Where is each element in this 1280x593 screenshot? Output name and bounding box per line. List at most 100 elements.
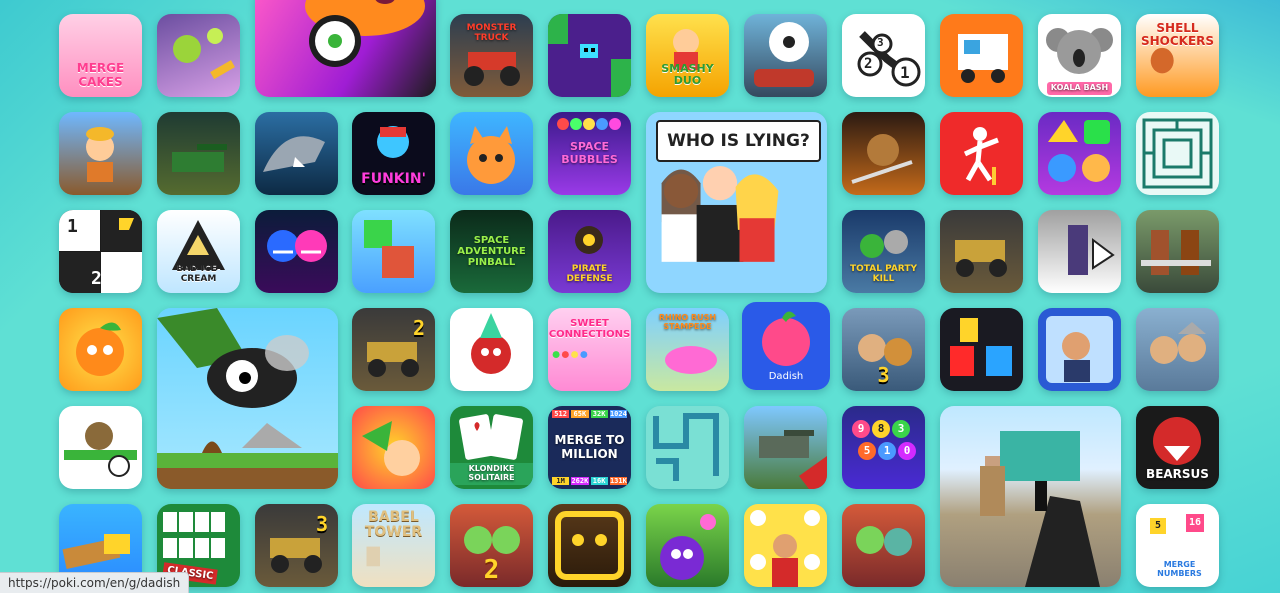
game-tile-maze[interactable] [1136, 112, 1219, 195]
knight-icon [1068, 225, 1115, 275]
num-cell: 131K [609, 477, 627, 485]
orange-icon [76, 322, 124, 376]
game-tile-rhino-stampede[interactable]: Rhino Rush Stampede [646, 308, 729, 391]
game-tile-viking-3[interactable]: 3 [842, 308, 925, 391]
game-title: Space Adventure Pinball [457, 235, 526, 268]
game-tile-pipe-puzzle[interactable] [646, 406, 729, 489]
game-tile-space-pinball[interactable]: Space Adventure Pinball [450, 210, 533, 293]
game-tile-number-grid[interactable]: 1 3 2 [59, 210, 142, 293]
game-tile-who-is-lying[interactable]: WHO IS LYING? [646, 112, 827, 293]
van-icon [958, 34, 1008, 83]
game-tile-hammer-tap[interactable] [59, 406, 142, 489]
number-cell: 16 [1186, 514, 1204, 532]
candies-icon [552, 351, 588, 359]
game-tile-merge-numbers[interactable]: 5 16 Merge Numbers [1136, 504, 1219, 587]
game-tile-merge-cakes[interactable]: Merge Cakes [59, 14, 142, 97]
game-title: Funkin' [361, 170, 426, 187]
game-tile-cat[interactable] [450, 112, 533, 195]
game-tile-slime[interactable] [157, 14, 240, 97]
game-title: Merge Cakes [76, 61, 125, 89]
game-tile-pixel-knights[interactable] [1038, 210, 1121, 293]
game-tile-car-soccer[interactable] [744, 14, 827, 97]
miner-icon [86, 127, 114, 182]
game-tile-space-bubbles[interactable]: Space Bubbles [548, 112, 631, 195]
stickman-icon [963, 127, 999, 185]
game-tile-dadish[interactable]: Dadish [742, 302, 830, 390]
game-tile-shell-shockers[interactable]: Shell Shockers [1136, 14, 1219, 97]
game-tile-smashy-duo[interactable]: Smashy Duo [646, 14, 729, 97]
game-title: Sweet Connections [548, 318, 631, 340]
game-title: Space Bubbles [561, 140, 618, 166]
warrior-icon [851, 134, 913, 184]
creature-icon [660, 514, 716, 580]
num-cell: 16K [590, 477, 608, 485]
game-tile-candy-match[interactable] [1038, 112, 1121, 195]
game-tile-tank-online[interactable] [744, 406, 827, 489]
grid-number: 2 [91, 268, 102, 289]
fly-icon [157, 308, 338, 489]
game-tile-chainsaw-brothers[interactable] [1136, 210, 1219, 293]
dot-number: 2 [864, 56, 873, 72]
game-tile-number-balls[interactable]: 9 8 3 5 1 0 [842, 406, 925, 489]
num-cell: 1M [552, 477, 570, 485]
game-tile-bad-ice-cream[interactable]: Bad Ice-Cream [157, 210, 240, 293]
game-tile-merge-to-million[interactable]: 512 65K 32K 1024 Merge to Million 1M 262… [548, 406, 631, 489]
egg-icon [1150, 47, 1174, 74]
grid-number: 1 [67, 216, 78, 237]
game-tile-friday-night-funkin[interactable]: Funkin' [352, 112, 435, 195]
game-tile-pixel-dungeon[interactable] [548, 14, 631, 97]
game-tile-shark[interactable] [255, 112, 338, 195]
game-tile-connect-dots[interactable]: 3 2 1 [842, 14, 925, 97]
level-number: 3 [315, 512, 328, 536]
blocks-icon [950, 318, 1012, 376]
number-ball: 9 [852, 420, 870, 438]
game-tile-zombie-3[interactable] [842, 504, 925, 587]
game-tile-purple-creature[interactable] [646, 504, 729, 587]
game-tile-sweet-connections[interactable]: Sweet Connections [548, 308, 631, 391]
game-tile-monster-truck[interactable]: Monster Truck [450, 14, 533, 97]
game-tile-mining-cart-2[interactable]: 2 [352, 308, 435, 391]
hand-tap-icon [64, 422, 137, 477]
game-title: Smashy Duo [661, 61, 714, 87]
game-tile-party-bird[interactable] [450, 308, 533, 391]
game-tile-koala-bash[interactable]: Koala Bash [1038, 14, 1121, 97]
game-tile-slice-cubes[interactable] [352, 210, 435, 293]
game-tile-pixel-duo[interactable] [940, 308, 1023, 391]
game-tile-temple-run[interactable] [548, 504, 631, 587]
game-tile-truck-delivery[interactable] [940, 14, 1023, 97]
brothers-icon [1141, 230, 1211, 275]
game-tile-shooter[interactable] [940, 406, 1121, 587]
rhino-icon [665, 346, 717, 374]
game-tile-mining-cart-3[interactable]: 3 [255, 504, 338, 587]
game-tile-fly-poo[interactable] [157, 308, 338, 489]
cube-icon [364, 220, 414, 278]
game-tile-viking-duo[interactable] [1136, 308, 1219, 391]
num-cell: 1024 [609, 410, 627, 418]
grid-number: 3 [89, 216, 100, 237]
game-tile-stickman[interactable] [940, 112, 1023, 195]
tank-icon [172, 144, 227, 172]
game-tile-tap-kids[interactable] [352, 406, 435, 489]
game-title: Monster Truck [466, 23, 517, 43]
zombie-icon [856, 526, 912, 556]
worker-icon [1046, 316, 1113, 383]
game-tile-tank-arena[interactable] [157, 112, 240, 195]
num-cell: 32K [590, 410, 608, 418]
game-tile-orange[interactable] [59, 308, 142, 391]
game-tile-sushi[interactable] [255, 0, 436, 97]
game-tile-klondike[interactable]: Klondike Solitaire [450, 406, 533, 489]
game-tile-mining-cart-1[interactable] [940, 210, 1023, 293]
game-tile-pirate-defense[interactable]: Pirate Defense [548, 210, 631, 293]
game-tile-zombie-2[interactable]: 2 [450, 504, 533, 587]
game-tile-babel-tower[interactable]: Babel Tower [352, 504, 435, 587]
dot-number: 1 [900, 63, 910, 82]
game-tile-hamster-warrior[interactable] [842, 112, 925, 195]
num-cell: 262K [571, 477, 589, 485]
game-tile-bearsus[interactable]: Bearsus [1136, 406, 1219, 489]
game-title: Bad Ice-Cream [176, 264, 221, 285]
game-tile-quiz-man[interactable] [744, 504, 827, 587]
game-tile-total-party-kill[interactable]: Total Party Kill [842, 210, 925, 293]
game-tile-huggy[interactable] [255, 210, 338, 293]
game-tile-office-worker[interactable] [1038, 308, 1121, 391]
game-tile-miner[interactable] [59, 112, 142, 195]
